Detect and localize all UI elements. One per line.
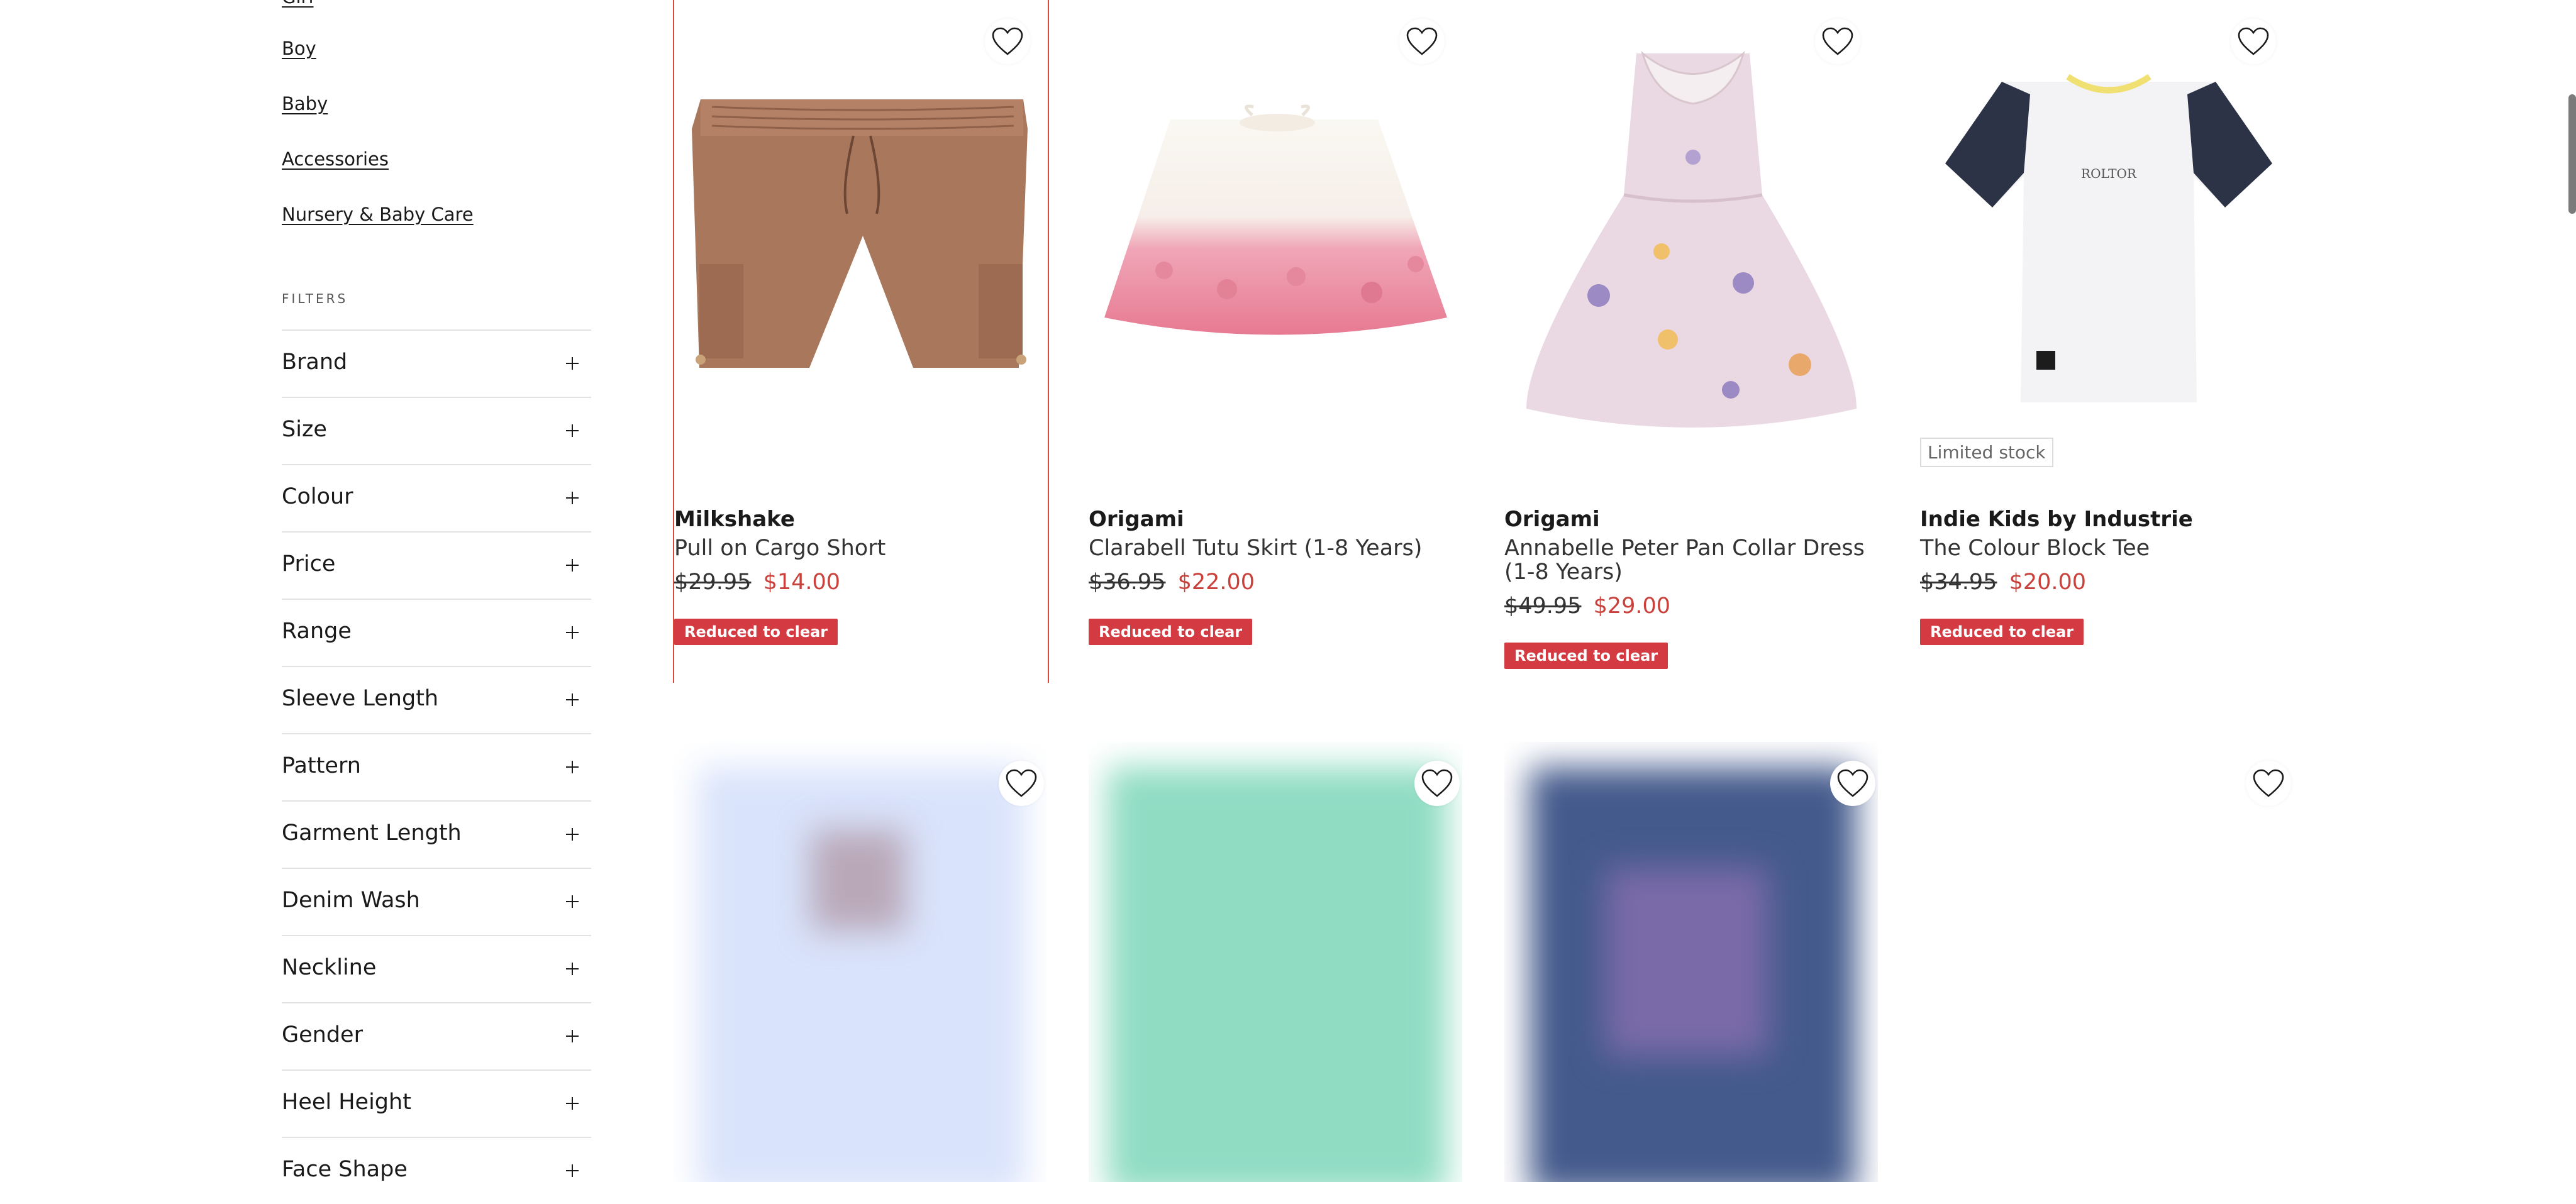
plus-icon [566, 1097, 579, 1110]
wishlist-button[interactable] [985, 19, 1030, 64]
filter-label: Gender [282, 1022, 363, 1047]
limited-stock-tag: Limited stock [1920, 438, 2053, 467]
product-name[interactable]: The Colour Block Tee [1920, 536, 2297, 560]
product-image-cargo-shorts[interactable] [674, 0, 1048, 465]
original-price: $49.95 [1504, 594, 1582, 619]
sale-badge: Reduced to clear [1089, 619, 1253, 645]
sale-badge: Reduced to clear [1920, 619, 2084, 645]
original-price: $36.95 [1089, 570, 1166, 595]
price-row: $49.95 $29.00 [1504, 594, 1670, 619]
plus-icon [566, 828, 579, 841]
product-name[interactable]: Annabelle Peter Pan Collar Dress (1-8 Ye… [1504, 536, 1882, 584]
original-price: $29.95 [674, 570, 752, 595]
plus-icon [566, 424, 579, 437]
filters-heading: FILTERS [282, 291, 348, 306]
sale-badge: Reduced to clear [1504, 643, 1668, 669]
tee-print-text: ROLTOR [2081, 166, 2137, 181]
sale-price: $22.00 [1177, 570, 1255, 595]
price-row: $36.95 $22.00 [1089, 570, 1255, 595]
filter-label: Denim Wash [282, 888, 420, 913]
scrollbar-thumb[interactable] [2568, 94, 2576, 214]
sale-badge: Reduced to clear [674, 619, 838, 645]
filter-label: Heel Height [282, 1090, 411, 1115]
product-name[interactable]: Pull on Cargo Short [674, 536, 1052, 560]
product-card[interactable]: Milkshake Pull on Cargo Short $29.95 $14… [673, 0, 1049, 683]
product-brand: Origami [1504, 507, 1600, 532]
wishlist-button[interactable] [2231, 19, 2276, 64]
filter-label: Sleeve Length [282, 686, 439, 711]
filter-face-shape[interactable]: Face Shape [282, 1137, 591, 1204]
filter-colour[interactable]: Colour [282, 464, 591, 531]
plus-icon [566, 693, 579, 706]
product-name[interactable]: Clarabell Tutu Skirt (1-8 Years) [1089, 536, 1466, 560]
filter-sleeve-length[interactable]: Sleeve Length [282, 666, 591, 733]
filter-pattern[interactable]: Pattern [282, 733, 591, 800]
sale-price: $14.00 [763, 570, 841, 595]
plus-icon [566, 1164, 579, 1177]
product-brand: Milkshake [674, 507, 795, 532]
filter-label: Range [282, 619, 352, 644]
product-image-loading[interactable] [673, 742, 1046, 1182]
product-image-collar-dress[interactable] [1504, 0, 1878, 465]
heart-outline-icon [1822, 27, 1853, 55]
heart-outline-icon [1006, 769, 1037, 797]
product-brand: Indie Kids by Industrie [1920, 507, 2193, 532]
heart-outline-icon [1406, 27, 1438, 55]
filter-garment-length[interactable]: Garment Length [282, 800, 591, 868]
category-link-nursery[interactable]: Nursery & Baby Care [282, 204, 474, 225]
product-image-tutu-skirt[interactable] [1089, 0, 1462, 465]
category-link-boy[interactable]: Boy [282, 38, 316, 59]
wishlist-button[interactable] [1399, 19, 1445, 64]
sale-price: $29.00 [1593, 594, 1671, 619]
product-brand: Origami [1089, 507, 1184, 532]
heart-outline-icon [2238, 27, 2269, 55]
heart-outline-icon [2253, 769, 2284, 797]
category-link-accessories[interactable]: Accessories [282, 148, 389, 170]
product-grid: Milkshake Pull on Cargo Short $29.95 $14… [673, 0, 2291, 1182]
filter-label: Price [282, 551, 336, 577]
plus-icon [566, 1030, 579, 1042]
filter-neckline[interactable]: Neckline [282, 935, 591, 1002]
product-image-loading[interactable] [1089, 742, 1462, 1182]
wishlist-button[interactable] [1815, 19, 1860, 64]
wishlist-button[interactable] [1830, 761, 1875, 806]
plus-icon [566, 492, 579, 504]
wishlist-button[interactable] [2246, 761, 2291, 806]
wishlist-button[interactable] [1414, 761, 1460, 806]
category-link-girl[interactable]: Girl [282, 0, 314, 8]
filter-heel-height[interactable]: Heel Height [282, 1069, 591, 1137]
heart-outline-icon [1837, 769, 1868, 797]
filter-gender[interactable]: Gender [282, 1002, 591, 1069]
filter-label: Face Shape [282, 1157, 408, 1182]
filter-denim-wash[interactable]: Denim Wash [282, 868, 591, 935]
filter-label: Neckline [282, 955, 377, 980]
sidebar: Girl Boy Baby Accessories Nursery & Baby… [282, 0, 591, 1182]
plus-icon [566, 895, 579, 908]
filter-label: Size [282, 417, 327, 442]
filter-brand[interactable]: Brand [282, 329, 591, 397]
sale-price: $20.00 [2009, 570, 2087, 595]
plus-icon [566, 963, 579, 975]
heart-outline-icon [992, 27, 1023, 55]
plus-icon [566, 761, 579, 773]
original-price: $34.95 [1920, 570, 1997, 595]
plus-icon [566, 626, 579, 639]
filter-label: Colour [282, 484, 353, 509]
filter-list: Brand Size Colour Price Range Sleeve Len… [282, 329, 591, 1204]
filter-label: Pattern [282, 753, 361, 778]
product-image-loading[interactable] [1504, 742, 1878, 1182]
category-link-baby[interactable]: Baby [282, 93, 328, 114]
filter-price[interactable]: Price [282, 531, 591, 599]
plus-icon [566, 559, 579, 572]
price-row: $34.95 $20.00 [1920, 570, 2086, 595]
wishlist-button[interactable] [999, 761, 1044, 806]
filter-label: Brand [282, 350, 348, 375]
heart-outline-icon [1421, 769, 1453, 797]
filter-range[interactable]: Range [282, 599, 591, 666]
product-image-colour-block-tee[interactable]: ROLTOR Limited stock [1920, 0, 2294, 467]
price-row: $29.95 $14.00 [674, 570, 840, 595]
filter-label: Garment Length [282, 820, 462, 846]
plus-icon [566, 357, 579, 370]
filter-size[interactable]: Size [282, 397, 591, 464]
